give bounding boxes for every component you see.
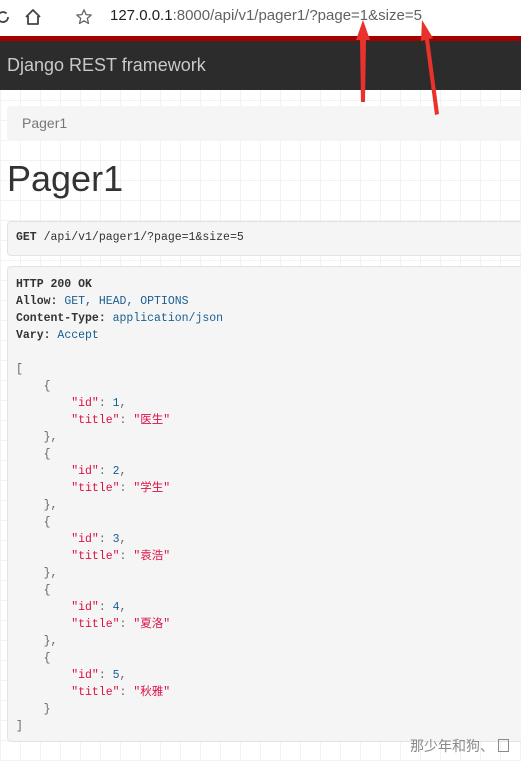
json-key-id: "id" bbox=[71, 601, 99, 614]
json-key-id: "id" bbox=[71, 669, 99, 682]
request-info: GET /api/v1/pager1/?page=1&size=5 bbox=[7, 221, 521, 256]
header-name: Content-Type: bbox=[16, 312, 106, 325]
json-title-value: "袁浩" bbox=[133, 550, 171, 563]
navbar-brand[interactable]: Django REST framework bbox=[7, 55, 206, 76]
header-value: GET, HEAD, OPTIONS bbox=[64, 295, 189, 308]
box-icon bbox=[497, 739, 509, 752]
json-key-id: "id" bbox=[71, 397, 99, 410]
home-icon[interactable] bbox=[22, 6, 44, 28]
response-info: HTTP 200 OK Allow: GET, HEAD, OPTIONS Co… bbox=[7, 266, 521, 742]
watermark-text: 那少年和狗、 bbox=[410, 738, 494, 754]
json-key-title: "title" bbox=[71, 550, 120, 563]
json-key-title: "title" bbox=[71, 414, 120, 427]
breadcrumb-item-pager1[interactable]: Pager1 bbox=[22, 115, 67, 131]
breadcrumb: Pager1 bbox=[7, 106, 521, 141]
navbar: Django REST framework bbox=[0, 36, 521, 90]
header-value: Accept bbox=[57, 329, 99, 342]
browser-toolbar: 127.0.0.1:8000/api/v1/pager1/?page=1&siz… bbox=[0, 0, 521, 36]
json-key-title: "title" bbox=[71, 482, 120, 495]
json-title-value: "夏洛" bbox=[133, 618, 171, 631]
request-path: /api/v1/pager1/?page=1&size=5 bbox=[43, 231, 244, 244]
json-id-value: 2 bbox=[112, 465, 120, 478]
json-key-title: "title" bbox=[71, 686, 120, 699]
header-value: application/json bbox=[112, 312, 224, 325]
json-id-value: 5 bbox=[112, 669, 120, 682]
watermark: 那少年和狗、 bbox=[410, 736, 509, 756]
request-method: GET bbox=[16, 231, 37, 244]
header-name: Vary: bbox=[16, 329, 51, 342]
response-status: HTTP 200 OK bbox=[16, 278, 92, 291]
json-key-title: "title" bbox=[71, 618, 120, 631]
json-title-value: "学生" bbox=[133, 482, 171, 495]
json-id-value: 1 bbox=[112, 397, 120, 410]
json-title-value: "秋雅" bbox=[133, 686, 171, 699]
json-key-id: "id" bbox=[71, 465, 99, 478]
page-title: Pager1 bbox=[7, 158, 124, 199]
header-name: Allow: bbox=[16, 295, 58, 308]
reload-icon[interactable] bbox=[0, 6, 14, 28]
json-key-id: "id" bbox=[71, 533, 99, 546]
url-host: 127.0.0.1 bbox=[110, 7, 173, 24]
url-path: :8000/api/v1/pager1/?page=1&size=5 bbox=[172, 7, 422, 24]
address-bar-url[interactable]: 127.0.0.1:8000/api/v1/pager1/?page=1&siz… bbox=[110, 7, 422, 24]
json-id-value: 4 bbox=[112, 601, 120, 614]
json-title-value: "医生" bbox=[133, 414, 171, 427]
star-icon[interactable] bbox=[73, 6, 95, 28]
json-id-value: 3 bbox=[112, 533, 120, 546]
